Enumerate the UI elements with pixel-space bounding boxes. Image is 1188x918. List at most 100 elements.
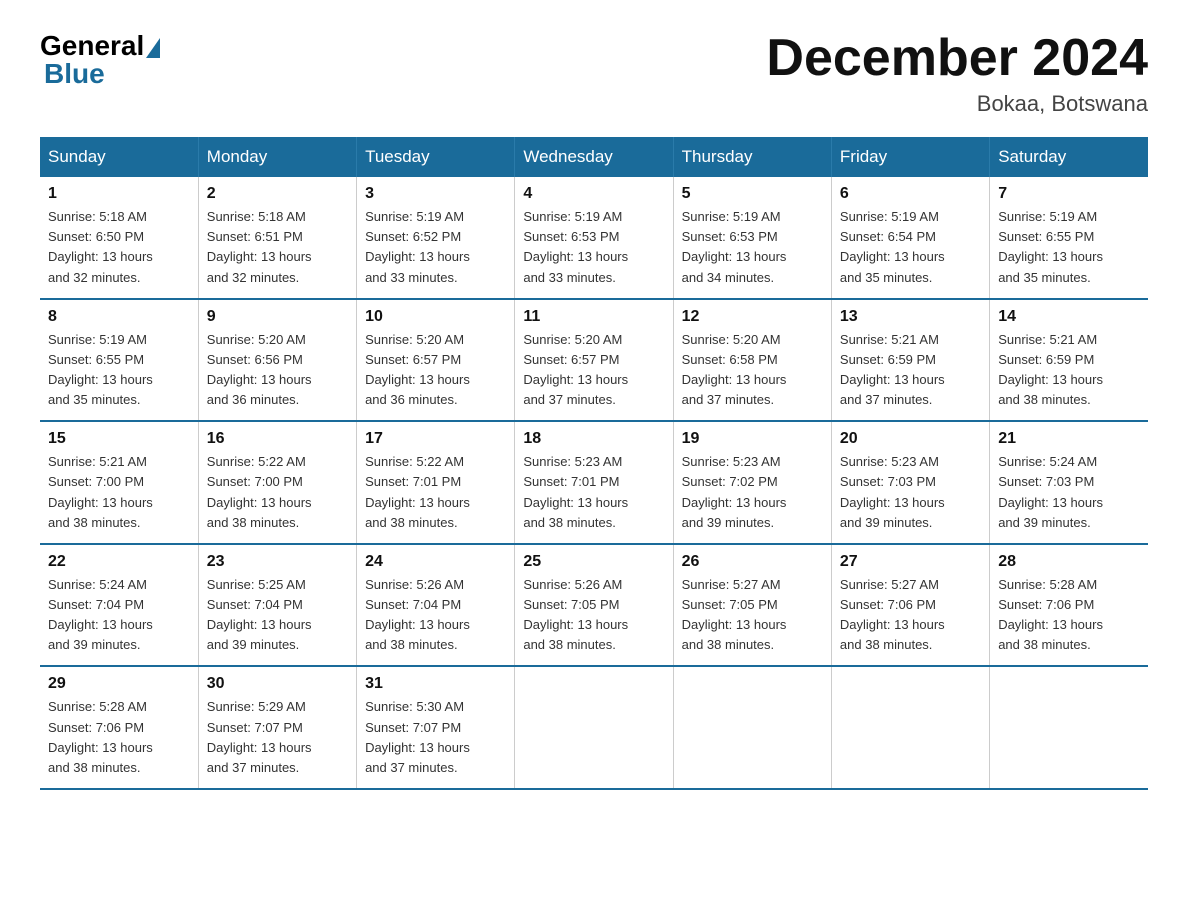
- table-row: 23 Sunrise: 5:25 AM Sunset: 7:04 PM Dayl…: [198, 544, 356, 667]
- table-row: 18 Sunrise: 5:23 AM Sunset: 7:01 PM Dayl…: [515, 421, 673, 544]
- table-row: 17 Sunrise: 5:22 AM Sunset: 7:01 PM Dayl…: [357, 421, 515, 544]
- day-info: Sunrise: 5:19 AM Sunset: 6:55 PM Dayligh…: [998, 207, 1140, 288]
- day-number: 12: [682, 308, 823, 326]
- day-info: Sunrise: 5:19 AM Sunset: 6:55 PM Dayligh…: [48, 330, 190, 411]
- calendar-week-row: 29 Sunrise: 5:28 AM Sunset: 7:06 PM Dayl…: [40, 666, 1148, 789]
- day-number: 13: [840, 308, 981, 326]
- table-row: 8 Sunrise: 5:19 AM Sunset: 6:55 PM Dayli…: [40, 299, 198, 422]
- day-info: Sunrise: 5:28 AM Sunset: 7:06 PM Dayligh…: [998, 575, 1140, 656]
- day-number: 4: [523, 185, 664, 203]
- day-number: 27: [840, 553, 981, 571]
- day-info: Sunrise: 5:23 AM Sunset: 7:01 PM Dayligh…: [523, 452, 664, 533]
- calendar-week-row: 15 Sunrise: 5:21 AM Sunset: 7:00 PM Dayl…: [40, 421, 1148, 544]
- table-row: 4 Sunrise: 5:19 AM Sunset: 6:53 PM Dayli…: [515, 177, 673, 299]
- day-number: 3: [365, 185, 506, 203]
- table-row: 3 Sunrise: 5:19 AM Sunset: 6:52 PM Dayli…: [357, 177, 515, 299]
- day-number: 20: [840, 430, 981, 448]
- day-info: Sunrise: 5:21 AM Sunset: 6:59 PM Dayligh…: [840, 330, 981, 411]
- table-row: 12 Sunrise: 5:20 AM Sunset: 6:58 PM Dayl…: [673, 299, 831, 422]
- table-row: 6 Sunrise: 5:19 AM Sunset: 6:54 PM Dayli…: [831, 177, 989, 299]
- day-info: Sunrise: 5:20 AM Sunset: 6:58 PM Dayligh…: [682, 330, 823, 411]
- title-section: December 2024 Bokaa, Botswana: [766, 30, 1148, 117]
- day-info: Sunrise: 5:24 AM Sunset: 7:04 PM Dayligh…: [48, 575, 190, 656]
- calendar-header-row: Sunday Monday Tuesday Wednesday Thursday…: [40, 137, 1148, 177]
- day-number: 31: [365, 675, 506, 693]
- table-row: 30 Sunrise: 5:29 AM Sunset: 7:07 PM Dayl…: [198, 666, 356, 789]
- day-number: 10: [365, 308, 506, 326]
- day-info: Sunrise: 5:18 AM Sunset: 6:51 PM Dayligh…: [207, 207, 348, 288]
- day-info: Sunrise: 5:27 AM Sunset: 7:06 PM Dayligh…: [840, 575, 981, 656]
- header-friday: Friday: [831, 137, 989, 177]
- table-row: 20 Sunrise: 5:23 AM Sunset: 7:03 PM Dayl…: [831, 421, 989, 544]
- day-info: Sunrise: 5:21 AM Sunset: 7:00 PM Dayligh…: [48, 452, 190, 533]
- day-number: 25: [523, 553, 664, 571]
- table-row: 22 Sunrise: 5:24 AM Sunset: 7:04 PM Dayl…: [40, 544, 198, 667]
- calendar-week-row: 8 Sunrise: 5:19 AM Sunset: 6:55 PM Dayli…: [40, 299, 1148, 422]
- table-row: 31 Sunrise: 5:30 AM Sunset: 7:07 PM Dayl…: [357, 666, 515, 789]
- header-sunday: Sunday: [40, 137, 198, 177]
- table-row: 11 Sunrise: 5:20 AM Sunset: 6:57 PM Dayl…: [515, 299, 673, 422]
- day-info: Sunrise: 5:19 AM Sunset: 6:52 PM Dayligh…: [365, 207, 506, 288]
- table-row: 9 Sunrise: 5:20 AM Sunset: 6:56 PM Dayli…: [198, 299, 356, 422]
- calendar-table: Sunday Monday Tuesday Wednesday Thursday…: [40, 137, 1148, 790]
- day-number: 23: [207, 553, 348, 571]
- day-number: 19: [682, 430, 823, 448]
- month-title: December 2024: [766, 30, 1148, 87]
- day-info: Sunrise: 5:30 AM Sunset: 7:07 PM Dayligh…: [365, 697, 506, 778]
- day-info: Sunrise: 5:26 AM Sunset: 7:05 PM Dayligh…: [523, 575, 664, 656]
- day-number: 11: [523, 308, 664, 326]
- day-info: Sunrise: 5:28 AM Sunset: 7:06 PM Dayligh…: [48, 697, 190, 778]
- table-row: 29 Sunrise: 5:28 AM Sunset: 7:06 PM Dayl…: [40, 666, 198, 789]
- table-row: 15 Sunrise: 5:21 AM Sunset: 7:00 PM Dayl…: [40, 421, 198, 544]
- day-number: 6: [840, 185, 981, 203]
- table-row: 25 Sunrise: 5:26 AM Sunset: 7:05 PM Dayl…: [515, 544, 673, 667]
- day-info: Sunrise: 5:20 AM Sunset: 6:57 PM Dayligh…: [523, 330, 664, 411]
- page-header: General Blue December 2024 Bokaa, Botswa…: [40, 30, 1148, 117]
- day-info: Sunrise: 5:26 AM Sunset: 7:04 PM Dayligh…: [365, 575, 506, 656]
- calendar-week-row: 1 Sunrise: 5:18 AM Sunset: 6:50 PM Dayli…: [40, 177, 1148, 299]
- day-number: 17: [365, 430, 506, 448]
- table-row: [515, 666, 673, 789]
- day-info: Sunrise: 5:27 AM Sunset: 7:05 PM Dayligh…: [682, 575, 823, 656]
- day-number: 30: [207, 675, 348, 693]
- day-number: 2: [207, 185, 348, 203]
- day-info: Sunrise: 5:25 AM Sunset: 7:04 PM Dayligh…: [207, 575, 348, 656]
- logo-triangle-icon: [146, 38, 160, 58]
- table-row: 24 Sunrise: 5:26 AM Sunset: 7:04 PM Dayl…: [357, 544, 515, 667]
- day-info: Sunrise: 5:22 AM Sunset: 7:01 PM Dayligh…: [365, 452, 506, 533]
- day-number: 7: [998, 185, 1140, 203]
- table-row: 26 Sunrise: 5:27 AM Sunset: 7:05 PM Dayl…: [673, 544, 831, 667]
- day-info: Sunrise: 5:19 AM Sunset: 6:54 PM Dayligh…: [840, 207, 981, 288]
- day-info: Sunrise: 5:19 AM Sunset: 6:53 PM Dayligh…: [682, 207, 823, 288]
- header-saturday: Saturday: [990, 137, 1148, 177]
- calendar-week-row: 22 Sunrise: 5:24 AM Sunset: 7:04 PM Dayl…: [40, 544, 1148, 667]
- day-number: 8: [48, 308, 190, 326]
- table-row: 27 Sunrise: 5:27 AM Sunset: 7:06 PM Dayl…: [831, 544, 989, 667]
- day-number: 16: [207, 430, 348, 448]
- table-row: [831, 666, 989, 789]
- table-row: 1 Sunrise: 5:18 AM Sunset: 6:50 PM Dayli…: [40, 177, 198, 299]
- day-info: Sunrise: 5:24 AM Sunset: 7:03 PM Dayligh…: [998, 452, 1140, 533]
- day-info: Sunrise: 5:23 AM Sunset: 7:03 PM Dayligh…: [840, 452, 981, 533]
- header-wednesday: Wednesday: [515, 137, 673, 177]
- day-number: 1: [48, 185, 190, 203]
- header-monday: Monday: [198, 137, 356, 177]
- logo-blue-text: Blue: [40, 58, 105, 90]
- table-row: 16 Sunrise: 5:22 AM Sunset: 7:00 PM Dayl…: [198, 421, 356, 544]
- table-row: 7 Sunrise: 5:19 AM Sunset: 6:55 PM Dayli…: [990, 177, 1148, 299]
- day-info: Sunrise: 5:19 AM Sunset: 6:53 PM Dayligh…: [523, 207, 664, 288]
- table-row: [673, 666, 831, 789]
- table-row: 21 Sunrise: 5:24 AM Sunset: 7:03 PM Dayl…: [990, 421, 1148, 544]
- day-number: 26: [682, 553, 823, 571]
- day-info: Sunrise: 5:23 AM Sunset: 7:02 PM Dayligh…: [682, 452, 823, 533]
- header-tuesday: Tuesday: [357, 137, 515, 177]
- day-number: 9: [207, 308, 348, 326]
- day-info: Sunrise: 5:29 AM Sunset: 7:07 PM Dayligh…: [207, 697, 348, 778]
- table-row: 14 Sunrise: 5:21 AM Sunset: 6:59 PM Dayl…: [990, 299, 1148, 422]
- day-number: 14: [998, 308, 1140, 326]
- day-number: 24: [365, 553, 506, 571]
- table-row: 13 Sunrise: 5:21 AM Sunset: 6:59 PM Dayl…: [831, 299, 989, 422]
- day-info: Sunrise: 5:22 AM Sunset: 7:00 PM Dayligh…: [207, 452, 348, 533]
- day-info: Sunrise: 5:20 AM Sunset: 6:57 PM Dayligh…: [365, 330, 506, 411]
- location: Bokaa, Botswana: [766, 91, 1148, 117]
